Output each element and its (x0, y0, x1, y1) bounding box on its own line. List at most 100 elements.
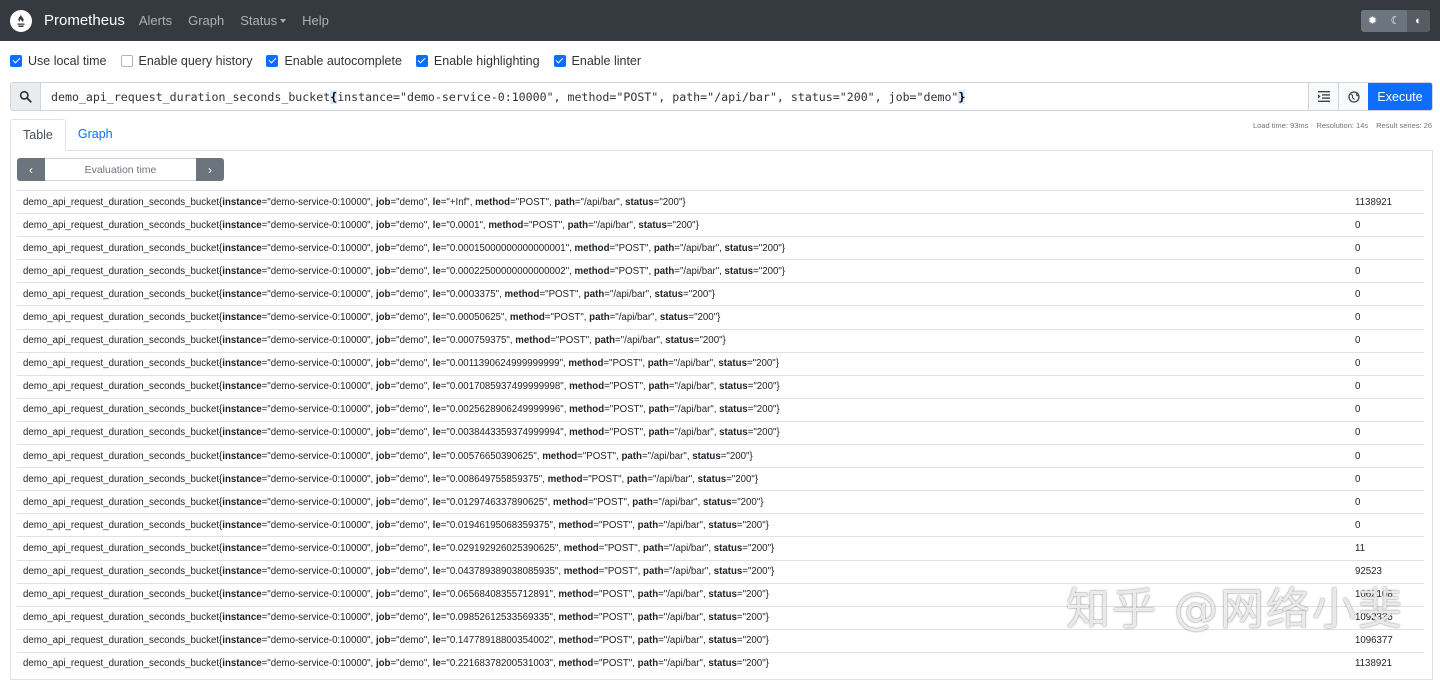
series-name: demo_api_request_duration_seconds_bucket… (17, 197, 1355, 208)
label-key: method (564, 543, 599, 554)
execute-button[interactable]: Execute (1368, 83, 1432, 110)
label-key: method (558, 520, 593, 531)
series-name: demo_api_request_duration_seconds_bucket… (17, 335, 1355, 346)
option-enable-autocomplete[interactable]: Enable autocomplete (266, 54, 401, 68)
label-key: job (376, 266, 391, 277)
label-key: path (622, 451, 642, 462)
label-value: 0.000759375 (450, 335, 507, 346)
label-value: POST (619, 243, 645, 254)
option-enable-query-history[interactable]: Enable query history (121, 54, 253, 68)
label-key: instance (222, 497, 261, 508)
nav-graph[interactable]: Graph (184, 13, 228, 28)
tab-graph[interactable]: Graph (66, 119, 125, 151)
series-metric: demo_api_request_duration_seconds_bucket (23, 658, 219, 669)
checkbox[interactable] (10, 55, 22, 67)
label-key: method (569, 381, 604, 392)
label-value: POST (602, 520, 628, 531)
label-key: path (648, 427, 668, 438)
label-key: le (433, 589, 441, 600)
chevron-right-icon[interactable]: › (196, 158, 224, 181)
table-row: demo_api_request_duration_seconds_bucket… (17, 329, 1424, 352)
chevron-left-icon[interactable]: ‹ (17, 158, 45, 181)
table-row: demo_api_request_duration_seconds_bucket… (17, 190, 1424, 213)
label-key: status (638, 220, 667, 231)
label-key: path (638, 612, 658, 623)
label-value: demo-service-0:10000 (271, 197, 367, 208)
label-value: 200 (676, 220, 692, 231)
expression-input[interactable]: demo_api_request_duration_seconds_bucket… (41, 83, 1308, 110)
label-key: status (698, 474, 727, 485)
label-value: 0.00050625 (450, 312, 501, 323)
label-value: 0.06568408355712891 (450, 589, 550, 600)
label-key: instance (222, 520, 261, 531)
label-key: job (376, 381, 391, 392)
series-value: 0 (1355, 358, 1424, 369)
label-key: method (515, 335, 550, 346)
label-key: instance (222, 543, 261, 554)
moon-icon[interactable]: ☾ (1384, 10, 1407, 32)
table-row: demo_api_request_duration_seconds_bucket… (17, 213, 1424, 236)
brand-name: Prometheus (44, 12, 125, 29)
label-value: POST (602, 658, 628, 669)
label-key: status (692, 451, 721, 462)
format-expression-icon[interactable] (1308, 83, 1338, 110)
label-key: job (376, 427, 391, 438)
label-key: le (433, 451, 441, 462)
table-row: demo_api_request_duration_seconds_bucket… (17, 305, 1424, 328)
label-value: 200 (746, 612, 762, 623)
label-key: le (433, 312, 441, 323)
label-value: demo-service-0:10000 (271, 497, 367, 508)
label-key: le (433, 358, 441, 369)
option-use-local-time[interactable]: Use local time (10, 54, 107, 68)
option-enable-highlighting[interactable]: Enable highlighting (416, 54, 540, 68)
label-value: POST (608, 543, 634, 554)
series-value: 0 (1355, 220, 1424, 231)
nav-help[interactable]: Help (298, 13, 333, 28)
brand[interactable]: Prometheus (10, 10, 125, 32)
label-value: /api/bar (584, 197, 616, 208)
label-key: path (654, 243, 674, 254)
label-value: 0.14778918800354002 (450, 635, 550, 646)
option-enable-linter[interactable]: Enable linter (554, 54, 642, 68)
label-value: demo (400, 474, 424, 485)
checkbox[interactable] (121, 55, 133, 67)
label-value: demo (400, 404, 424, 415)
label-key: path (632, 497, 652, 508)
adjust-icon[interactable]: ◐ (1407, 10, 1430, 32)
table-row: demo_api_request_duration_seconds_bucket… (17, 536, 1424, 559)
label-value: POST (597, 497, 623, 508)
evaluation-time-input[interactable]: Evaluation time (45, 158, 196, 181)
checkbox[interactable] (416, 55, 428, 67)
label-key: path (648, 358, 668, 369)
series-metric: demo_api_request_duration_seconds_bucket (23, 243, 219, 254)
label-value: demo-service-0:10000 (271, 520, 367, 531)
result-series: Result series: 26 (1376, 121, 1432, 130)
label-key: path (638, 658, 658, 669)
label-key: method (510, 312, 545, 323)
nav-status[interactable]: Status (236, 13, 290, 28)
checkbox[interactable] (266, 55, 278, 67)
tab-table[interactable]: Table (10, 119, 66, 151)
label-key: le (433, 543, 441, 554)
label-value: demo-service-0:10000 (271, 543, 367, 554)
metrics-explorer-icon[interactable] (1338, 83, 1368, 110)
label-key: job (376, 497, 391, 508)
sun-icon[interactable]: ✹ (1361, 10, 1384, 32)
checkbox[interactable] (554, 55, 566, 67)
label-key: status (719, 381, 748, 392)
label-key: instance (222, 658, 261, 669)
nav-alerts[interactable]: Alerts (135, 13, 176, 28)
label-value: demo-service-0:10000 (271, 335, 367, 346)
label-value: 0.0011390624999999999 (450, 358, 560, 369)
series-metric: demo_api_request_duration_seconds_bucket (23, 197, 219, 208)
label-value: demo-service-0:10000 (271, 566, 367, 577)
label-key: job (376, 220, 391, 231)
series-value: 1138921 (1355, 197, 1424, 208)
label-value: 0.00576650390625 (450, 451, 534, 462)
table-row: demo_api_request_duration_seconds_bucket… (17, 259, 1424, 282)
label-key: instance (222, 289, 261, 300)
options-row: Use local time Enable query history Enab… (0, 41, 1440, 81)
label-value: demo (400, 243, 424, 254)
label-value: 0.008649755859375 (450, 474, 539, 485)
label-key: path (595, 335, 615, 346)
